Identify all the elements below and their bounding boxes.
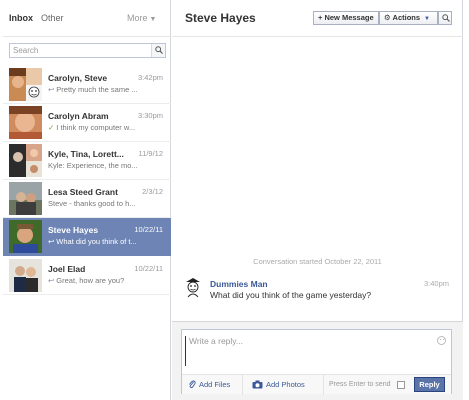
- avatar: [9, 259, 42, 292]
- thread-name: Joel Elad: [48, 264, 86, 274]
- avatar: [9, 182, 42, 215]
- thread-name: Kyle, Tina, Lorett...: [48, 149, 124, 159]
- chevron-down-icon: ▼: [149, 16, 157, 23]
- thread-date: 11/9/12: [138, 149, 163, 158]
- conversation-started-label: Conversation started October 22, 2011: [253, 257, 382, 266]
- thread-snippet-text: What did you think of t...: [56, 237, 137, 246]
- avatar: [183, 276, 203, 298]
- search-box: [9, 43, 166, 58]
- emoticon-icon[interactable]: [437, 336, 446, 345]
- thread-item-steve-hayes[interactable]: Steve Hayes 10/22/11 ↩ What did you think…: [3, 218, 171, 256]
- add-photos-button[interactable]: Add Photos: [252, 380, 305, 389]
- thread-snippet-text: Pretty much the same ...: [56, 85, 138, 94]
- thread-snippet: ↩ Pretty much the same ...: [48, 85, 138, 94]
- more-label: More: [127, 13, 148, 23]
- thread-date: 3:42pm: [137, 73, 163, 82]
- thread-date: 10/22/11: [134, 264, 163, 273]
- tab-other[interactable]: Other: [41, 13, 64, 23]
- add-files-button[interactable]: Add Files: [188, 380, 230, 389]
- avatar: [9, 220, 42, 253]
- thread-snippet: ↩ What did you think of t...: [48, 237, 137, 246]
- reply-toolbar: Add Files Add Photos Press Enter to send…: [182, 374, 451, 395]
- conversation-title: Steve Hayes: [185, 11, 256, 25]
- avatar: [9, 68, 42, 101]
- thread-snippet: ✓ I think my computer w...: [48, 123, 135, 132]
- search-input[interactable]: [10, 44, 151, 57]
- thread-name: Lesa Steed Grant: [48, 187, 118, 197]
- thread-item-carolyn-steve[interactable]: Carolyn, Steve 3:42pm ↩ Pretty much the s…: [3, 66, 171, 104]
- thread-item-lesa-steed-grant[interactable]: Lesa Steed Grant 2/3/12 Steve - thanks g…: [3, 180, 171, 218]
- message-author[interactable]: Dummies Man: [210, 279, 268, 289]
- add-files-label: Add Files: [199, 380, 231, 389]
- reply-input[interactable]: [185, 336, 435, 366]
- thread-date: 3:30pm: [137, 111, 163, 120]
- press-enter-label: Press Enter to send: [329, 381, 391, 388]
- message-text: What did you think of the game yesterday…: [210, 290, 372, 300]
- check-icon: ✓: [48, 123, 55, 132]
- thread-item-carolyn-abram[interactable]: Carolyn Abram 3:30pm ✓ I think my compute…: [3, 104, 171, 142]
- thread-snippet: Kyle: Experience, the mo...: [48, 161, 138, 170]
- reply-icon: ↩: [48, 237, 55, 246]
- message-time: 3:40pm: [423, 279, 449, 288]
- thread-list-panel: Inbox Other More▼ Carolyn, Steve 3:42pm …: [3, 0, 171, 400]
- conversation-panel: Steve Hayes + New Message ⚙ Actions ▼ Con…: [172, 0, 463, 400]
- add-photos-label: Add Photos: [266, 380, 305, 389]
- reply-composer: Add Files Add Photos Press Enter to send…: [172, 321, 463, 400]
- reply-icon: ↩: [48, 85, 55, 94]
- thread-item-joel-elad[interactable]: Joel Elad 10/22/11 ↩ Great, how are you?: [3, 257, 171, 295]
- reply-box: Add Files Add Photos Press Enter to send…: [181, 329, 452, 395]
- thread-date: 10/22/11: [134, 225, 163, 234]
- thread-snippet-text: Great, how are you?: [56, 276, 125, 285]
- more-dropdown[interactable]: More ▼: [127, 13, 156, 23]
- thread-snippet: Steve - thanks good to h...: [48, 199, 136, 208]
- search-conversation-button[interactable]: [438, 11, 452, 25]
- divider: [323, 375, 324, 395]
- thread-item-kyle-tina-lorett[interactable]: Kyle, Tina, Lorett... 11/9/12 Kyle: Expe…: [3, 142, 171, 180]
- mailbox-tabs: Inbox Other More ▼: [3, 0, 171, 37]
- actions-label: Actions: [392, 13, 421, 22]
- search-icon: [155, 46, 163, 54]
- reply-icon: ↩: [48, 276, 55, 285]
- conversation-header: Steve Hayes + New Message ⚙ Actions ▼: [172, 0, 463, 37]
- reply-button[interactable]: Reply: [414, 377, 445, 392]
- avatar: [9, 106, 42, 139]
- chevron-down-icon: ▼: [424, 16, 430, 22]
- gear-icon: ⚙: [384, 13, 393, 22]
- press-enter-checkbox[interactable]: [397, 381, 405, 389]
- new-message-button[interactable]: + New Message: [313, 11, 379, 25]
- avatar: [9, 144, 42, 177]
- camera-icon: [252, 380, 263, 389]
- search-button[interactable]: [151, 44, 165, 57]
- divider: [242, 375, 243, 395]
- thread-name: Steve Hayes: [48, 225, 99, 235]
- actions-dropdown[interactable]: ⚙ Actions ▼: [379, 11, 438, 25]
- paperclip-icon: [189, 380, 196, 389]
- thread-date: 2/3/12: [142, 187, 163, 196]
- thread-name: Carolyn Abram: [48, 111, 109, 121]
- search-icon: [442, 14, 450, 22]
- thread-snippet: ↩ Great, how are you?: [48, 276, 124, 285]
- tab-inbox[interactable]: Inbox: [9, 13, 33, 23]
- thread-snippet-text: I think my computer w...: [56, 123, 136, 132]
- thread-name: Carolyn, Steve: [48, 73, 108, 83]
